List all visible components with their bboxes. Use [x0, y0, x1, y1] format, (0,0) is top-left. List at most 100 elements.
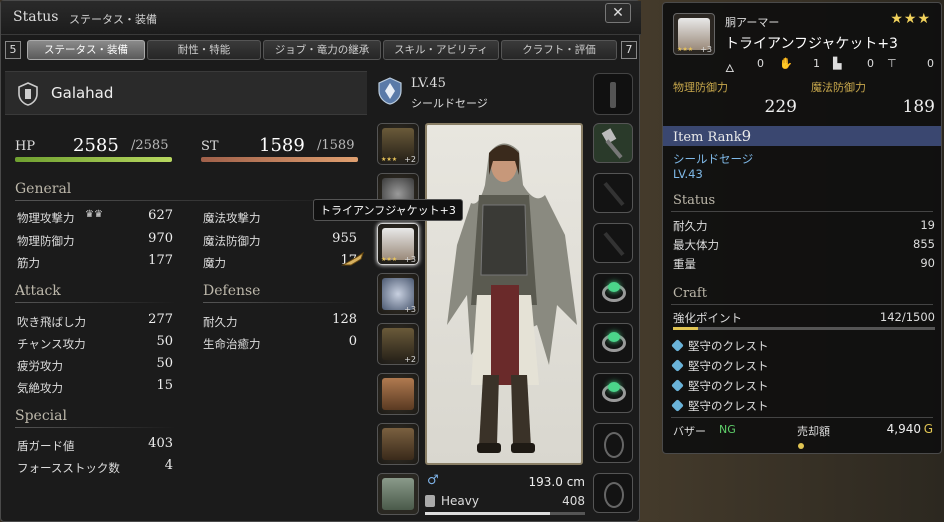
crest-item: 堅守のクレスト	[671, 338, 769, 354]
crest-name: 堅守のクレスト	[688, 359, 769, 373]
weight-value: 408	[562, 494, 585, 508]
tab-next-key[interactable]: 7	[621, 41, 637, 59]
hp-bar	[15, 157, 172, 162]
item-stat-label: 耐久力	[673, 219, 708, 233]
ring-placeholder-icon	[604, 482, 624, 508]
divider	[15, 427, 175, 428]
stat-label: 物理攻撃力	[17, 211, 75, 225]
craft-points-row: 強化ポイント 142/1500	[673, 310, 935, 326]
tab-craft[interactable]: クラフト・評価	[501, 40, 617, 60]
pants-icon	[382, 428, 414, 460]
gem-icon	[608, 332, 620, 342]
weight-class: Heavy	[441, 494, 479, 508]
gear-slot-empty[interactable]	[593, 423, 633, 463]
craft-heading: Craft	[673, 286, 707, 301]
mag-def-label: 魔法防御力	[811, 81, 866, 94]
stat-value: 50	[156, 334, 173, 349]
special-heading: Special	[15, 408, 67, 424]
close-button[interactable]: ✕	[605, 3, 631, 23]
ring-placeholder-icon	[604, 432, 624, 458]
gear-slot-empty[interactable]	[593, 473, 633, 513]
weight-display: Heavy 408	[425, 493, 585, 515]
stat-value: 177	[148, 253, 173, 268]
tab-skill[interactable]: スキル・アビリティ	[383, 40, 499, 60]
window-subtitle: ステータス・装備	[69, 13, 157, 26]
stat-label: 筋力	[17, 256, 40, 270]
st-value: 1589	[259, 135, 305, 156]
resist-value: 1	[813, 57, 820, 70]
gear-slot-body[interactable]: ★★★ +3	[377, 223, 419, 265]
stat-label: 気絶攻力	[17, 381, 63, 395]
gear-slot-arms[interactable]: +3	[377, 273, 419, 315]
resist-value: 0	[867, 57, 874, 70]
close-icon: ✕	[612, 5, 624, 21]
item-level: LV.43	[673, 167, 703, 181]
stat-label: チャンス攻力	[17, 337, 86, 351]
stat-label: 魔法攻撃力	[203, 211, 261, 225]
item-stat-label: 重量	[673, 257, 696, 271]
job-name: シールドセージ	[411, 97, 488, 110]
gear-slot-underpants[interactable]	[377, 423, 419, 465]
item-stat-value: 90	[920, 256, 935, 270]
stat-label: 吹き飛ばし力	[17, 315, 86, 329]
character-name: Galahad	[51, 84, 114, 102]
character-figure	[447, 143, 577, 453]
weight-icon	[425, 495, 435, 507]
stat-label: 疲労攻力	[17, 359, 63, 373]
hp-bar-fill	[15, 157, 172, 162]
mace-handle-icon	[605, 139, 623, 159]
crest-name: 堅守のクレスト	[688, 399, 769, 413]
gear-slot-legs[interactable]: +2	[377, 323, 419, 365]
gear-slot-ring[interactable]	[593, 273, 633, 313]
gear-slot-ring[interactable]	[593, 323, 633, 363]
gear-slot-empty[interactable]	[593, 173, 633, 213]
item-stat-row: 最大体力 855	[673, 237, 935, 253]
divider	[15, 200, 355, 201]
job-info: LV.45 シールドセージ	[371, 73, 591, 113]
item-stat-row: 重量 90	[673, 256, 935, 272]
male-icon: ♂	[427, 473, 439, 488]
gear-slot-weapon[interactable]	[593, 123, 633, 163]
pointer-hand-icon	[341, 251, 364, 266]
job-level: LV.45	[411, 76, 446, 91]
attack-heading: Attack	[15, 283, 61, 299]
item-job: シールドセージ	[673, 152, 754, 166]
stat-value: 955	[332, 231, 357, 246]
item-icon: ★★★ +3	[673, 13, 715, 55]
enhance-level: +3	[404, 255, 416, 264]
staff-icon	[610, 82, 616, 108]
weapon-placeholder-icon	[603, 231, 625, 257]
weapon-placeholder-icon	[603, 181, 625, 207]
tab-resist[interactable]: 耐性・特能	[147, 40, 261, 60]
rank-stars: ★★★	[381, 156, 398, 163]
hand-icon: ✋	[779, 57, 793, 70]
tab-prev-key[interactable]: 5	[5, 41, 21, 59]
page-indicator	[798, 443, 804, 449]
st-label: ST	[201, 139, 219, 154]
stat-label: フォースストック数	[17, 461, 120, 475]
stat-label: 生命治癒力	[203, 337, 261, 351]
rank-stars: ★★★	[381, 256, 398, 263]
gear-slot-undershirt[interactable]	[377, 373, 419, 415]
item-stat-label: 最大体力	[673, 238, 719, 252]
hp-max: /2585	[131, 138, 169, 153]
weapon-slot-secondary[interactable]	[593, 73, 633, 115]
gear-slot-cloak[interactable]	[377, 473, 419, 515]
gear-slot-ring[interactable]	[593, 373, 633, 413]
stat-label: 盾ガード値	[17, 439, 75, 453]
item-rank: Item Rank9	[673, 127, 751, 145]
crest-name: 堅守のクレスト	[688, 339, 769, 353]
enhance-level: +3	[700, 45, 712, 54]
tab-job-inherit[interactable]: ジョブ・竜力の継承	[263, 40, 381, 60]
gear-slot-empty[interactable]	[593, 223, 633, 263]
craft-progress-fill	[673, 327, 698, 330]
craft-points-label: 強化ポイント	[673, 311, 742, 325]
tab-status-equip[interactable]: ステータス・装備	[27, 40, 145, 60]
gear-slot-head[interactable]: ★★★ +2	[377, 123, 419, 165]
divider	[671, 211, 933, 212]
crest-icon	[671, 379, 684, 392]
enhance-level: +3	[404, 305, 416, 314]
item-rank-bar: Item Rank9	[663, 126, 941, 146]
crest-icon	[671, 359, 684, 372]
general-heading: General	[15, 181, 72, 197]
